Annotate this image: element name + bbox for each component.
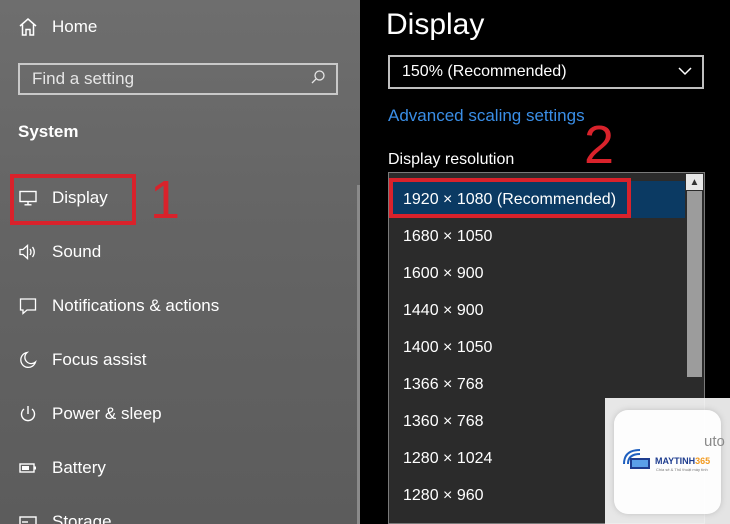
resolution-option[interactable]: 1600 × 900 [389, 255, 686, 292]
partial-hidden-text: uto [704, 433, 725, 450]
scrollbar-thumb[interactable] [687, 191, 702, 377]
watermark-brand-b: 365 [695, 456, 711, 466]
home-nav-item[interactable]: Home [18, 14, 97, 40]
watermark-logo-icon [620, 444, 656, 479]
watermark-brand-a: MAYTINH [655, 456, 696, 466]
watermark-brand: MAYTINH365 [655, 456, 710, 466]
advanced-scaling-link[interactable]: Advanced scaling settings [388, 106, 585, 126]
settings-search-box[interactable] [18, 63, 338, 95]
resolution-option[interactable]: 1400 × 1050 [389, 329, 686, 366]
display-highlight-box [10, 174, 136, 225]
power-icon [18, 404, 38, 424]
sidebar-item-sound[interactable]: Sound [18, 237, 101, 267]
search-input[interactable] [32, 69, 292, 89]
page-title: Display [386, 8, 485, 41]
sidebar-item-label: Storage [52, 512, 112, 524]
sidebar-item-focus-assist[interactable]: Focus assist [18, 345, 146, 375]
moon-icon [18, 350, 38, 370]
sidebar-item-storage[interactable]: Storage [18, 507, 112, 524]
search-icon[interactable] [310, 69, 326, 90]
scroll-up-arrow-icon[interactable]: ▲ [686, 174, 703, 190]
chevron-down-icon [678, 63, 692, 81]
speaker-icon [18, 242, 38, 262]
storage-icon [18, 512, 38, 524]
sidebar-item-label: Battery [52, 458, 106, 477]
section-title: System [18, 122, 79, 141]
scale-value: 150% (Recommended) [402, 63, 567, 80]
annotation-step-1: 1 [150, 170, 181, 230]
sidebar-item-label: Focus assist [52, 350, 147, 369]
resolution-highlight-box [389, 178, 631, 218]
scale-dropdown[interactable]: 150% (Recommended) [388, 55, 704, 89]
home-label: Home [52, 17, 98, 36]
home-icon [18, 17, 38, 37]
sidebar-item-label: Sound [52, 242, 102, 261]
battery-icon [18, 458, 38, 478]
notification-icon [18, 296, 38, 316]
resolution-option[interactable]: 1440 × 900 [389, 292, 686, 329]
sidebar-item-notifications[interactable]: Notifications & actions [18, 291, 219, 321]
sidebar-item-label: Notifications & actions [52, 296, 220, 315]
annotation-step-2: 2 [584, 115, 615, 175]
sidebar-item-battery[interactable]: Battery [18, 453, 106, 483]
sidebar-item-label: Power & sleep [52, 404, 162, 423]
resolution-option[interactable]: 1680 × 1050 [389, 218, 686, 255]
settings-sidebar: Home System Display Sound Notifications … [0, 0, 360, 524]
watermark-tagline: Chia sẻ & Thủ thuật máy tính [656, 467, 708, 472]
sidebar-item-power-sleep[interactable]: Power & sleep [18, 399, 162, 429]
resolution-label: Display resolution [388, 151, 515, 168]
